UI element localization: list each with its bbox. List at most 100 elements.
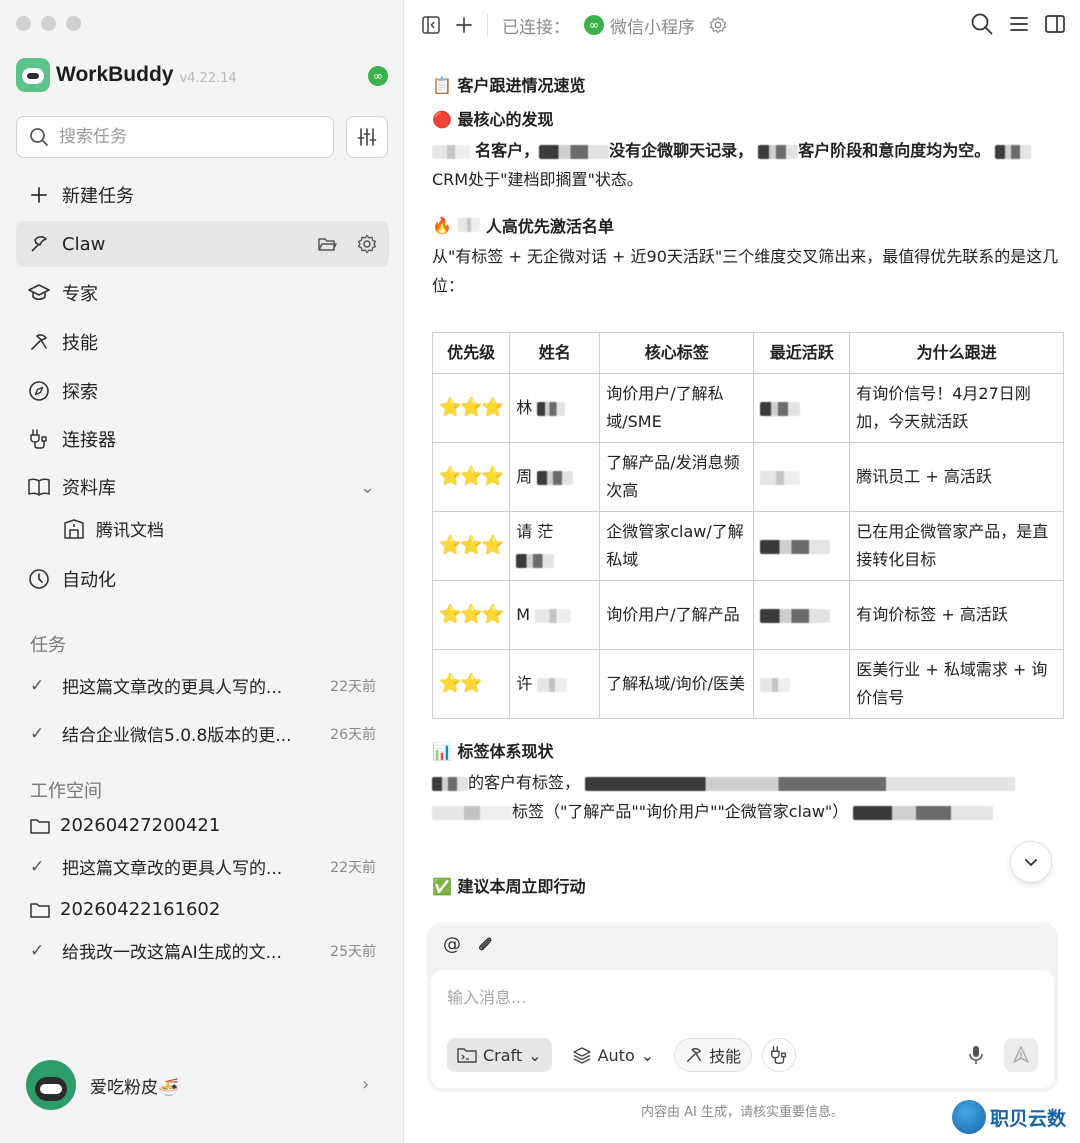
search-icon[interactable] (970, 12, 994, 36)
check-icon: ✓ (30, 675, 45, 696)
user-profile[interactable]: 爱吃粉皮🍜 (26, 1060, 179, 1110)
search-icon (30, 128, 48, 146)
model-selector[interactable]: Auto ⌄ (562, 1038, 665, 1072)
composer-actions (968, 1038, 1038, 1072)
menu-icon[interactable] (1008, 12, 1030, 36)
library-item-tencent-docs[interactable]: 腾讯文档 (62, 516, 164, 541)
nav-connectors[interactable]: 连接器 (16, 416, 389, 462)
gear-icon[interactable] (709, 16, 727, 34)
plus-icon[interactable] (455, 16, 473, 34)
paragraph: 从"有标签 + 无企微对话 + 近90天活跃"三个维度交叉筛出来，最值得优先联系… (432, 247, 1059, 295)
nav-label: 探索 (62, 382, 98, 403)
nav-new-task[interactable]: 新建任务 (16, 172, 389, 218)
link-status-icon[interactable]: ∞ (368, 66, 388, 86)
nav-explore[interactable]: 探索 (16, 368, 389, 414)
avatar (26, 1060, 76, 1110)
microphone-icon[interactable] (968, 1045, 984, 1065)
send-button[interactable] (1004, 1038, 1038, 1072)
tags-cell: 询价用户/了解产品 (599, 580, 755, 650)
name-text: 请 茫 (516, 522, 554, 541)
fire-icon: 🔥 (432, 215, 452, 235)
redacted-text (537, 470, 574, 485)
divider (487, 14, 488, 36)
name-cell: 许 (509, 649, 601, 719)
workspace-folder[interactable]: 20260427200421 (30, 815, 220, 836)
book-icon (28, 476, 50, 498)
table-row: ⭐⭐⭐ 请 茫 企微管家claw/了解私域 已在用企微管家产品，是直接转化目标 (431, 511, 1064, 581)
app-version: v4.22.14 (179, 70, 237, 86)
minimize-window-button[interactable] (41, 16, 56, 31)
folder-icon (30, 818, 50, 834)
chevron-down-icon: ⌄ (528, 1045, 542, 1065)
chevron-down-icon[interactable]: ⌄ (360, 477, 375, 498)
task-age: 25天前 (330, 943, 376, 960)
paperclip-icon[interactable] (475, 934, 495, 954)
nav-library[interactable]: 资料库 ⌄ (16, 464, 389, 510)
top-right-actions (970, 12, 1066, 36)
watermark: 职贝云数 (952, 1100, 1066, 1134)
column-header: 最近活跃 (753, 332, 851, 374)
task-age: 26天前 (330, 726, 376, 743)
connector-button[interactable] (762, 1038, 797, 1072)
workspace-folder[interactable]: 20260422161602 (30, 899, 220, 920)
table-header-row: 优先级 姓名 核心标签 最近活跃 为什么跟进 (431, 332, 1064, 374)
close-window-button[interactable] (16, 16, 31, 31)
user-name: 爱吃粉皮🍜 (90, 1077, 180, 1098)
window-controls (16, 16, 81, 31)
watermark-logo (952, 1100, 986, 1134)
reason-cell: 有询价信号！4月27日刚加，今天就活跃 (849, 373, 1064, 443)
nav-skills[interactable]: 技能 (16, 319, 389, 365)
heading-text: 人高优先激活名单 (485, 217, 614, 236)
nav-label: Claw (62, 233, 106, 255)
maximize-window-button[interactable] (66, 16, 81, 31)
task-item[interactable]: ✓ 把这篇文章改的更具人写的... 22天前 (30, 673, 376, 699)
name-cell: 周 (509, 442, 601, 512)
last-active-cell (753, 580, 851, 650)
last-active-cell (753, 649, 851, 719)
task-item[interactable]: ✓ 给我改一改这篇AI生成的文... 25天前 (30, 938, 376, 964)
redacted-text (539, 144, 610, 159)
split-panel-icon[interactable] (1044, 12, 1066, 36)
name-text: 周 (516, 467, 533, 486)
filter-button[interactable] (346, 116, 388, 158)
connector-pill[interactable]: ∞ 微信小程序 (584, 13, 695, 38)
mode-selector[interactable]: Craft ⌄ (447, 1038, 552, 1072)
column-header: 为什么跟进 (849, 332, 1064, 374)
priority-stars: ⭐⭐⭐ (431, 442, 511, 512)
gear-icon[interactable] (357, 234, 377, 254)
redacted-text (432, 805, 512, 820)
task-item[interactable]: ✓ 把这篇文章改的更具人写的... 22天前 (30, 854, 376, 880)
task-item[interactable]: ✓ 结合企业微信5.0.8版本的更... 26天前 (30, 721, 376, 747)
folder-open-icon[interactable] (317, 234, 337, 254)
mention-icon[interactable]: @ (443, 934, 461, 955)
redacted-text (537, 677, 568, 692)
collapse-sidebar-icon[interactable] (421, 15, 441, 35)
redacted-text (995, 144, 1032, 159)
sidebar: WorkBuddy v4.22.14 ∞ 新建任务 Claw 专家 技能 探索 … (0, 0, 404, 1143)
chevron-right-icon[interactable]: › (362, 1074, 369, 1095)
name-cell: M (509, 580, 601, 650)
last-active-cell (753, 511, 851, 581)
terminal-folder-icon (457, 1048, 477, 1063)
connector-name: 微信小程序 (610, 17, 695, 38)
nav-automation[interactable]: 自动化 (16, 556, 389, 602)
task-title: 给我改一改这篇AI生成的文... (62, 943, 282, 963)
connector-icon (28, 428, 50, 450)
search-input[interactable] (59, 127, 299, 147)
scroll-to-bottom-button[interactable] (1010, 841, 1052, 883)
last-active-cell (753, 442, 851, 512)
message-input[interactable] (447, 984, 1037, 1024)
skills-button[interactable]: 技能 (674, 1038, 753, 1072)
reason-cell: 有询价标签 + 高活跃 (849, 580, 1064, 650)
tags-cell: 企微管家claw/了解私域 (599, 511, 755, 581)
column-header: 优先级 (431, 332, 511, 374)
search-box[interactable] (16, 116, 334, 158)
text: 名客户， (475, 141, 540, 160)
redacted-text (537, 401, 566, 416)
composer-attachments: @ (443, 934, 495, 955)
nav-claw[interactable]: Claw (16, 221, 389, 267)
folder-icon (30, 902, 50, 918)
nav-experts[interactable]: 专家 (16, 270, 389, 316)
name-text: M (516, 605, 531, 624)
redacted-text (585, 776, 1016, 791)
